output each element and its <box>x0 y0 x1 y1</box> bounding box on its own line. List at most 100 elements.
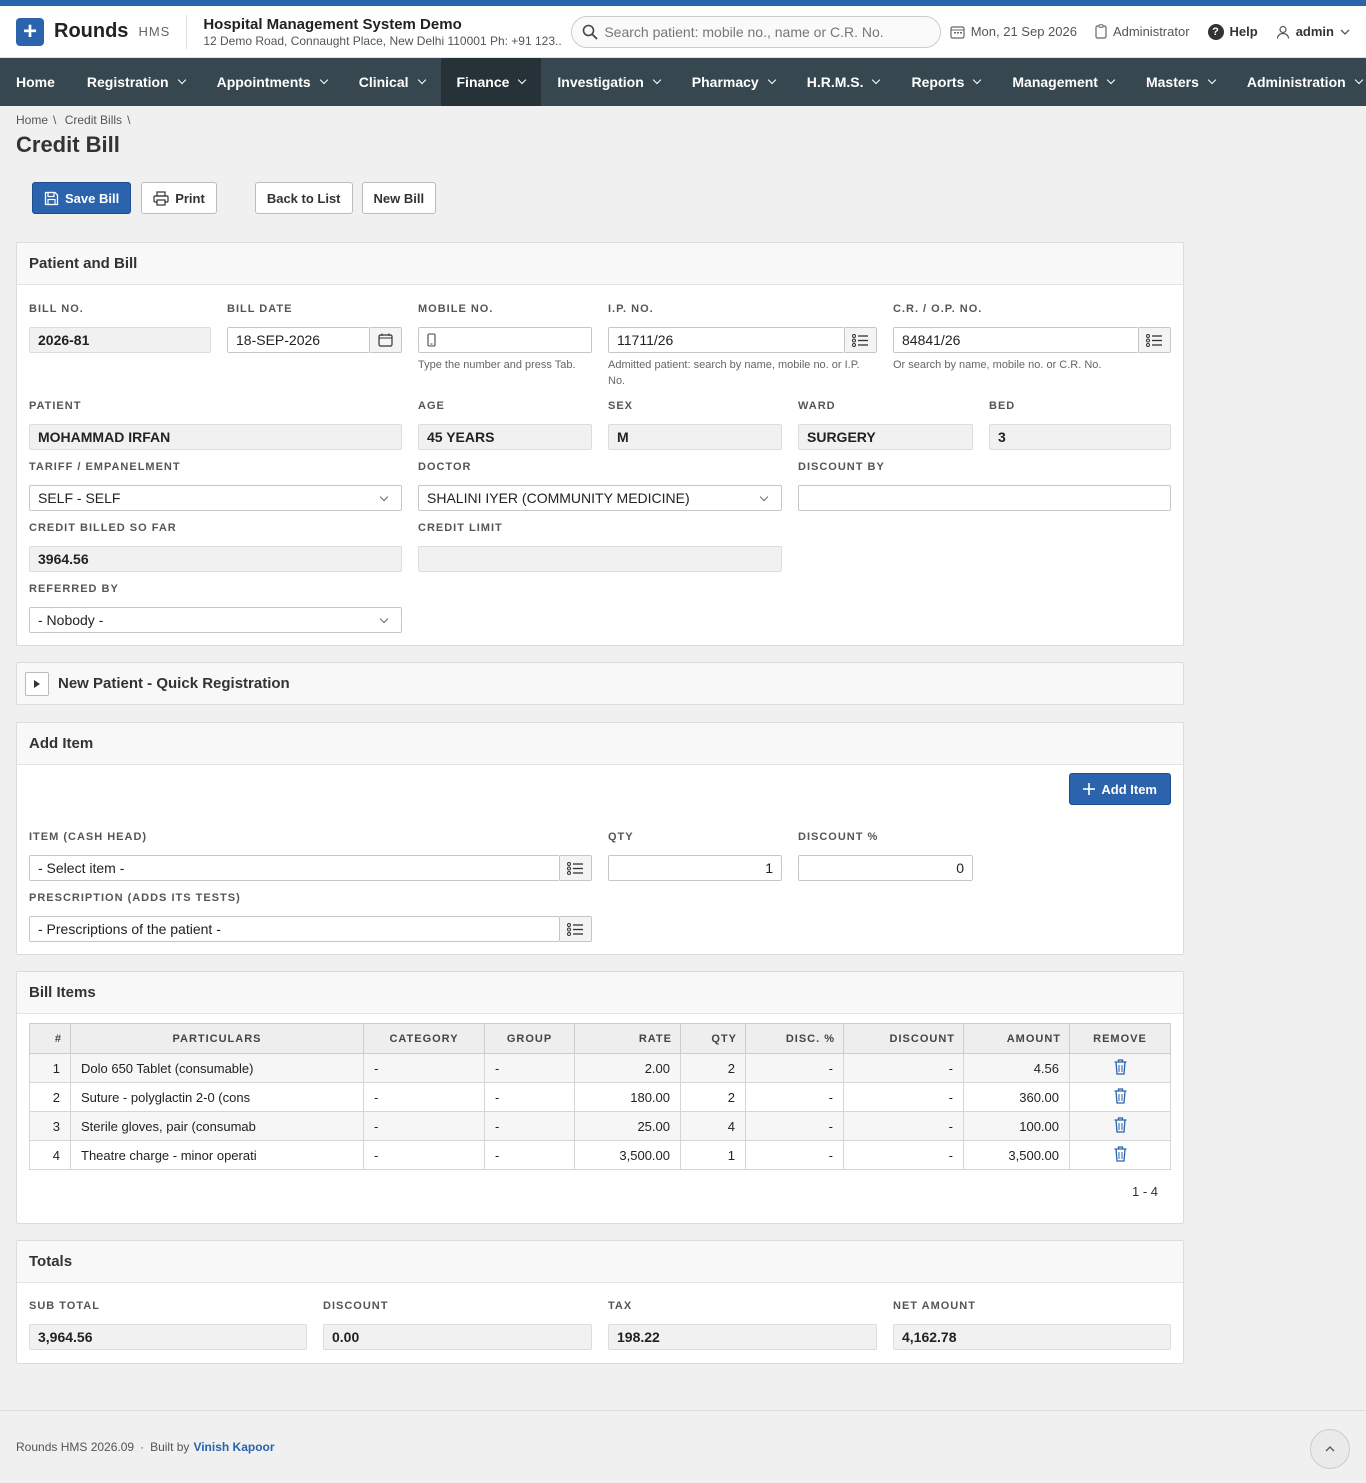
age-field[interactable]: 45 YEARS <box>418 424 592 450</box>
user-icon <box>1276 25 1289 39</box>
cell-number: 4 <box>29 1140 71 1170</box>
nav-pharmacy[interactable]: Pharmacy <box>676 58 791 106</box>
cell-group: - <box>484 1082 575 1112</box>
chevron-down-icon <box>319 75 328 85</box>
patient-bill-heading: Patient and Bill <box>17 243 1183 285</box>
nav-finance[interactable]: Finance <box>440 58 542 106</box>
bill-no-field[interactable]: 2026-81 <box>29 327 211 353</box>
save-bill-label: Save Bill <box>65 190 120 206</box>
bed-field[interactable]: 3 <box>989 424 1171 450</box>
col-qty: QTY <box>680 1023 746 1054</box>
cell-qty: 2 <box>680 1082 746 1112</box>
cell-category: - <box>363 1082 485 1112</box>
discount-by-field[interactable] <box>798 485 1171 511</box>
chevron-down-icon <box>1354 75 1363 85</box>
trash-icon[interactable] <box>1114 1145 1127 1162</box>
chevron-down-icon <box>1106 75 1116 85</box>
patient-search-input[interactable]: Search patient: mobile no., name or C.R.… <box>571 15 942 48</box>
ward-field[interactable]: SURGERY <box>798 424 973 450</box>
nav-administration[interactable]: Administration <box>1231 58 1366 106</box>
breadcrumb: Home \ Credit Bills \ <box>16 106 1350 128</box>
app-name[interactable]: Rounds <box>54 20 128 43</box>
nav-label: Investigation <box>557 74 644 90</box>
col-amount: AMOUNT <box>963 1023 1070 1054</box>
bed-group: BED 3 <box>989 400 1171 450</box>
nav-clinical[interactable]: Clinical <box>343 58 441 106</box>
item-select[interactable]: - Select item - <box>29 855 560 881</box>
role-display[interactable]: Administrator <box>1095 24 1190 39</box>
scroll-to-top-button[interactable] <box>1310 1429 1350 1469</box>
nav-hrms[interactable]: H.R.M.S. <box>791 58 896 106</box>
tax-group: TAX 198.22 <box>608 1300 877 1350</box>
cell-discount: - <box>843 1082 964 1112</box>
sex-field[interactable]: M <box>608 424 782 450</box>
breadcrumb-separator: \ <box>53 113 57 127</box>
footer-separator: · <box>140 1440 145 1454</box>
hospital-address: 12 Demo Road, Connaught Place, New Delhi… <box>203 33 562 48</box>
new-bill-button[interactable]: New Bill <box>361 182 437 214</box>
discount-pct-field[interactable]: 0 <box>798 855 973 881</box>
doctor-select[interactable]: SHALINI IYER (COMMUNITY MEDICINE) <box>418 485 782 511</box>
prescription-list-button[interactable] <box>560 916 592 942</box>
cell-remove <box>1069 1053 1171 1083</box>
quick-registration-panel[interactable]: New Patient - Quick Registration <box>16 662 1184 705</box>
cell-disc-pct: - <box>745 1140 844 1170</box>
footer-author-link[interactable]: Vinish Kapoor <box>193 1440 274 1454</box>
cell-group: - <box>484 1111 575 1141</box>
sub-total-label: SUB TOTAL <box>29 1300 100 1312</box>
sub-total-field[interactable]: 3,964.56 <box>29 1324 307 1350</box>
cell-remove <box>1069 1111 1171 1141</box>
help-link[interactable]: ? Help <box>1207 23 1258 40</box>
nav-home[interactable]: Home <box>0 58 71 106</box>
nav-appointments[interactable]: Appointments <box>201 58 343 106</box>
back-to-list-label: Back to List <box>266 190 341 206</box>
credit-limit-field[interactable] <box>418 546 782 572</box>
trash-icon[interactable] <box>1114 1116 1127 1133</box>
bill-date-field[interactable]: 18-SEP-2026 <box>227 327 370 353</box>
cr-no-label: C.R. / O.P. NO. <box>893 303 983 315</box>
quick-registration-heading: New Patient - Quick Registration <box>58 675 290 692</box>
discount-total-field[interactable]: 0.00 <box>323 1324 592 1350</box>
user-menu[interactable]: admin <box>1276 24 1350 39</box>
cr-no-field[interactable]: 84841/26 <box>893 327 1139 353</box>
back-to-list-button[interactable]: Back to List <box>254 182 353 214</box>
credit-billed-field[interactable]: 3964.56 <box>29 546 402 572</box>
cr-list-button[interactable] <box>1139 327 1171 353</box>
search-icon <box>583 24 598 40</box>
cell-amount: 100.00 <box>963 1111 1070 1141</box>
qty-field[interactable]: 1 <box>608 855 782 881</box>
referred-by-select[interactable]: - Nobody - <box>29 607 402 633</box>
ip-no-field[interactable]: 11711/26 <box>608 327 845 353</box>
date-picker-button[interactable] <box>370 327 402 353</box>
tariff-select[interactable]: SELF - SELF <box>29 485 402 511</box>
save-bill-button[interactable]: Save Bill <box>32 182 132 214</box>
nav-registration[interactable]: Registration <box>71 58 201 106</box>
col-remove: REMOVE <box>1069 1023 1171 1054</box>
prescription-select[interactable]: - Prescriptions of the patient - <box>29 916 560 942</box>
nav-masters[interactable]: Masters <box>1130 58 1231 106</box>
ip-list-button[interactable] <box>845 327 877 353</box>
trash-icon[interactable] <box>1114 1087 1127 1104</box>
app-logo[interactable]: + <box>16 17 44 46</box>
breadcrumb-credit-bills[interactable]: Credit Bills <box>65 113 122 127</box>
tariff-group: TARIFF / EMPANELMENT SELF - SELF <box>29 461 402 511</box>
nav-reports[interactable]: Reports <box>895 58 996 106</box>
doctor-label: DOCTOR <box>418 461 472 473</box>
nav-label: Reports <box>911 74 965 90</box>
mobile-field[interactable] <box>418 327 592 353</box>
expand-toggle[interactable] <box>25 671 49 696</box>
tax-field[interactable]: 198.22 <box>608 1324 877 1350</box>
item-list-button[interactable] <box>560 855 592 881</box>
net-amount-field[interactable]: 4,162.78 <box>893 1324 1171 1350</box>
patient-field[interactable]: MOHAMMAD IRFAN <box>29 424 402 450</box>
mobile-label: MOBILE NO. <box>418 303 494 315</box>
print-button[interactable]: Print <box>141 182 217 214</box>
nav-management[interactable]: Management <box>996 58 1130 106</box>
discount-by-group: DISCOUNT BY <box>798 461 1171 511</box>
add-item-button[interactable]: Add Item <box>1069 773 1171 805</box>
nav-investigation[interactable]: Investigation <box>541 58 675 106</box>
trash-icon[interactable] <box>1114 1058 1127 1075</box>
chevron-down-icon <box>518 75 527 85</box>
breadcrumb-home[interactable]: Home <box>16 113 48 127</box>
mobile-phone-icon <box>427 333 436 347</box>
